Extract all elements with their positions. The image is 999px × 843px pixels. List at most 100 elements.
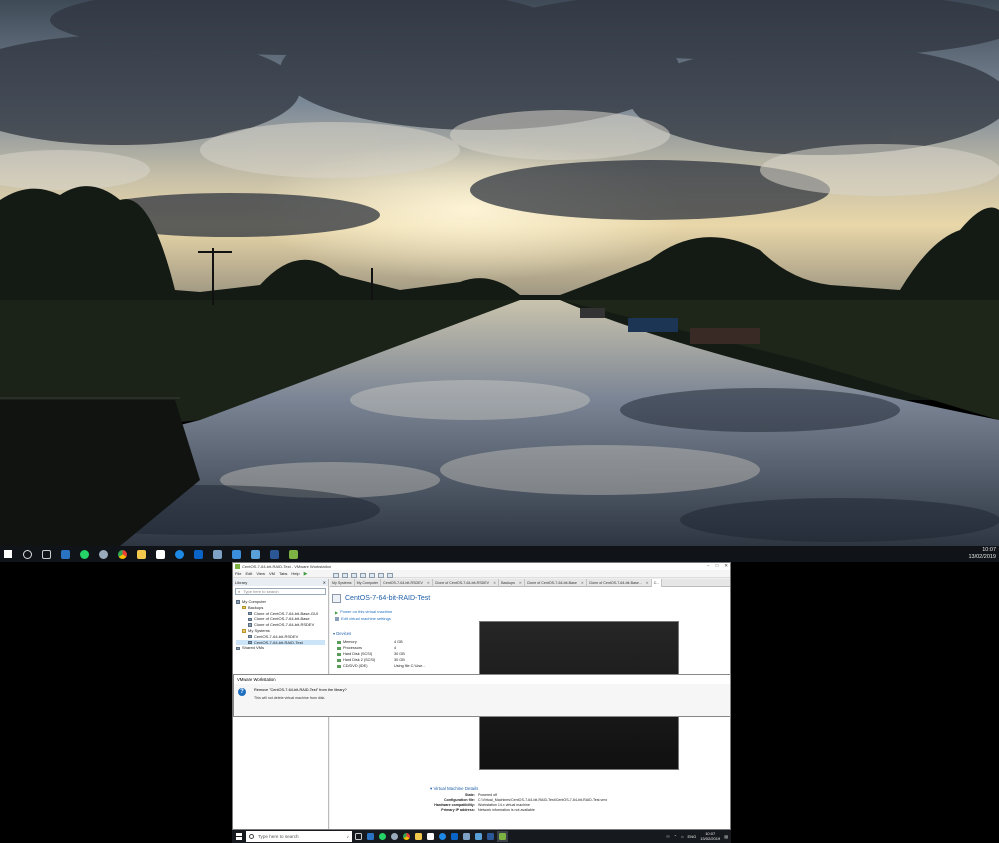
language-indicator[interactable]: ENG bbox=[688, 834, 697, 839]
onedrive-icon[interactable] bbox=[57, 546, 73, 562]
power-on-play-icon[interactable]: ▶ bbox=[304, 571, 308, 577]
window-title-bar[interactable]: CentOS-7-64-bit-RAID-Test - VMware Works… bbox=[233, 563, 730, 570]
search-icon: ⌕ bbox=[238, 589, 241, 594]
hard-disk-icon bbox=[337, 652, 341, 656]
memory-icon bbox=[337, 640, 341, 644]
microphone-icon[interactable]: ♪ bbox=[347, 834, 349, 839]
library-title: Library bbox=[235, 580, 248, 585]
task-view-icon[interactable] bbox=[353, 831, 364, 842]
vmware-workstation-icon[interactable] bbox=[497, 831, 508, 842]
outlook-icon[interactable] bbox=[190, 546, 206, 562]
library-header: Library ✕ bbox=[233, 579, 328, 586]
chevron-up-icon[interactable]: ⌃ bbox=[674, 834, 677, 839]
folder-icon bbox=[242, 629, 246, 633]
outlook-icon[interactable] bbox=[449, 831, 460, 842]
tab-my-systems[interactable]: My Systems bbox=[330, 579, 355, 587]
library-toggle-icon[interactable] bbox=[360, 572, 366, 578]
tab-close-icon[interactable]: ✕ bbox=[427, 581, 430, 585]
tab-clone-base-gui[interactable]: Clone of CentOS-7-64-bit-Base... ✕ bbox=[587, 579, 652, 587]
chrome-icon[interactable] bbox=[401, 831, 412, 842]
menu-vm[interactable]: VM bbox=[269, 571, 275, 576]
snapshot-manager-icon[interactable] bbox=[351, 572, 357, 578]
tab-close-icon[interactable]: ✕ bbox=[493, 581, 496, 585]
maximize-icon[interactable]: □ bbox=[716, 563, 719, 569]
tab-raid-test[interactable]: C... bbox=[651, 579, 663, 587]
tab-clone-rsdev[interactable]: Clone of CentOS-7-64-bit-RSDEV ✕ bbox=[433, 579, 500, 587]
file-explorer-icon[interactable] bbox=[413, 831, 424, 842]
device-row-memory[interactable]: Memory 4 GB bbox=[337, 640, 403, 644]
vmware-remote-icon[interactable] bbox=[247, 546, 263, 562]
cortana-icon[interactable] bbox=[19, 546, 35, 562]
power-on-link[interactable]: ▶ Power on this virtual machine bbox=[335, 609, 392, 615]
chrome-icon[interactable] bbox=[114, 546, 130, 562]
people-icon[interactable]: ⚇ bbox=[666, 834, 670, 839]
taskbar-search-box[interactable]: Type here to search ♪ bbox=[246, 831, 352, 842]
menu-view[interactable]: View bbox=[256, 571, 265, 576]
file-explorer-icon[interactable] bbox=[133, 546, 149, 562]
network-icon[interactable]: ⌂ bbox=[681, 834, 683, 839]
vmware-workstation-icon[interactable] bbox=[285, 546, 301, 562]
whatsapp-icon[interactable] bbox=[377, 831, 388, 842]
vmware-logo-icon bbox=[235, 564, 240, 569]
notifications-icon[interactable]: ▤ bbox=[724, 834, 728, 839]
menu-file[interactable]: File bbox=[235, 571, 241, 576]
edit-settings-link[interactable]: Edit virtual machine settings bbox=[335, 616, 391, 621]
snapshot-icon[interactable] bbox=[333, 572, 339, 578]
menu-tabs[interactable]: Tabs bbox=[279, 571, 287, 576]
tab-rsdev[interactable]: CentOS-7-64-bit-RSDEV ✕ bbox=[381, 579, 433, 587]
tab-close-icon[interactable]: ✕ bbox=[519, 581, 522, 585]
vm-icon bbox=[248, 623, 252, 627]
whatsapp-icon[interactable] bbox=[76, 546, 92, 562]
dialog-title: VMware Workstation bbox=[234, 675, 730, 684]
vm-icon bbox=[248, 611, 252, 616]
clock-date: 13/02/2019 bbox=[700, 836, 721, 841]
tab-close-icon[interactable]: ✕ bbox=[646, 581, 649, 585]
settings-icon bbox=[335, 616, 339, 621]
vm-details-header[interactable]: ▾ Virtual Machine Details bbox=[430, 786, 478, 792]
task-view-icon[interactable] bbox=[38, 546, 54, 562]
thumbnail-bar-icon[interactable] bbox=[369, 572, 375, 578]
detail-row-hardware: Hardware compatibility: Workstation 14.x … bbox=[434, 803, 530, 807]
onedrive-icon[interactable] bbox=[365, 831, 376, 842]
search-tool-icon[interactable] bbox=[95, 546, 111, 562]
tab-my-computer[interactable]: My Computer bbox=[355, 579, 382, 587]
edge-icon[interactable] bbox=[171, 546, 187, 562]
library-close-icon[interactable]: ✕ bbox=[323, 580, 326, 585]
windows-start-button[interactable] bbox=[232, 830, 246, 843]
app-icon[interactable] bbox=[209, 546, 225, 562]
device-row-cd-dvd[interactable]: CD/DVD (IDE) Using file C:\Use... bbox=[337, 664, 425, 668]
word-icon[interactable] bbox=[485, 831, 496, 842]
device-row-hard-disk[interactable]: Hard Disk (SCSI) 30 GB bbox=[337, 652, 405, 656]
taskbar-clock-bottom[interactable]: 10:07 13/02/2019 bbox=[700, 831, 720, 841]
revert-snapshot-icon[interactable] bbox=[342, 572, 348, 578]
desktop-wallpaper bbox=[0, 0, 999, 546]
search-tool-icon[interactable] bbox=[389, 831, 400, 842]
app-icon[interactable] bbox=[461, 831, 472, 842]
tab-close-icon[interactable]: ✕ bbox=[581, 581, 584, 585]
windows-start-icon[interactable] bbox=[0, 546, 16, 562]
tree-item-shared-vms[interactable]: Shared VMs bbox=[236, 645, 325, 651]
unity-icon[interactable] bbox=[387, 572, 393, 578]
menu-edit[interactable]: Edit bbox=[245, 571, 252, 576]
minimize-icon[interactable]: – bbox=[707, 563, 710, 569]
close-icon[interactable]: ✕ bbox=[724, 563, 728, 569]
menu-help[interactable]: Help bbox=[291, 571, 299, 576]
store-icon[interactable] bbox=[425, 831, 436, 842]
word-icon[interactable] bbox=[266, 546, 282, 562]
library-search-input[interactable]: ⌕ Type here to search bbox=[235, 588, 326, 595]
store-icon[interactable] bbox=[152, 546, 168, 562]
azure-icon[interactable] bbox=[228, 546, 244, 562]
device-row-hard-disk-2[interactable]: Hard Disk 2 (SCSI) 30 GB bbox=[337, 658, 405, 662]
taskbar-clock-top[interactable]: 10:07 13/02/2019 bbox=[968, 547, 996, 561]
dialog-message: Remove "CentOS-7-64-bit-RAID-Test" from … bbox=[254, 688, 347, 692]
edge-icon[interactable] bbox=[437, 831, 448, 842]
vmware-remote-icon[interactable] bbox=[473, 831, 484, 842]
fullscreen-icon[interactable] bbox=[378, 572, 384, 578]
detail-row-ip: Primary IP address: Network information i… bbox=[441, 808, 535, 812]
vm-icon bbox=[248, 640, 252, 645]
cd-dvd-icon bbox=[337, 664, 341, 668]
tab-backups[interactable]: Backups ✕ bbox=[499, 579, 525, 587]
device-row-processors[interactable]: Processors 4 bbox=[337, 646, 396, 650]
devices-header[interactable]: ▾ Devices bbox=[333, 631, 351, 636]
tab-clone-base[interactable]: Clone of CentOS-7-64-bit-Base ✕ bbox=[525, 579, 587, 587]
